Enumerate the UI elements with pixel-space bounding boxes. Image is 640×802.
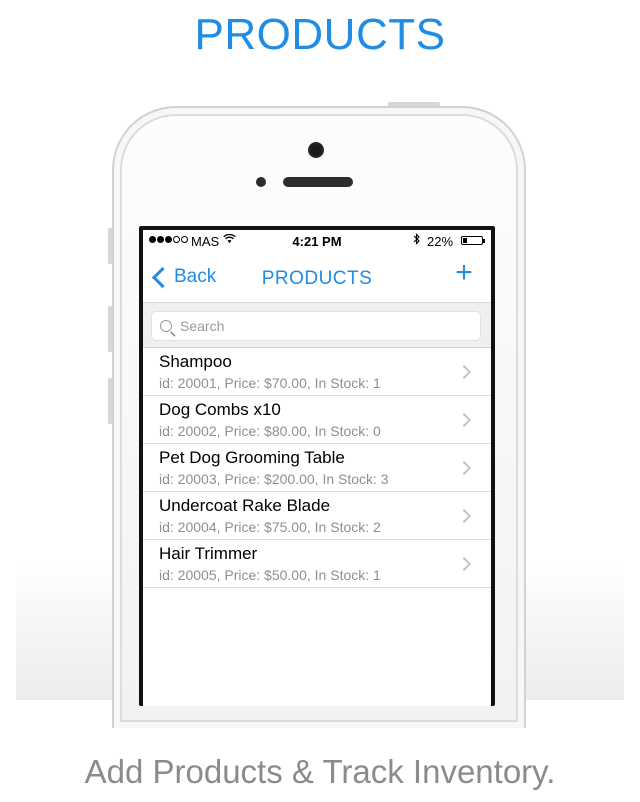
product-name: Hair Trimmer xyxy=(159,544,258,563)
product-details: id: 20002, Price: $80.00, In Stock: 0 xyxy=(159,423,381,439)
page-title: PRODUCTS xyxy=(194,10,446,59)
add-product-button[interactable]: + xyxy=(449,258,479,288)
product-details: id: 20004, Price: $75.00, In Stock: 2 xyxy=(159,519,381,535)
nav-title: PRODUCTS xyxy=(261,268,373,289)
product-details: id: 20003, Price: $200.00, In Stock: 3 xyxy=(159,471,389,487)
product-row[interactable]: Dog Combs x10 id: 20002, Price: $80.00, … xyxy=(143,396,491,444)
earpiece-speaker xyxy=(283,177,353,187)
product-row[interactable]: Hair Trimmer id: 20005, Price: $50.00, I… xyxy=(143,540,491,588)
status-bar: MAS 4:21 PM 22% xyxy=(143,230,491,252)
search-bar: Search xyxy=(143,303,491,348)
chevron-right-icon xyxy=(456,556,472,572)
product-name: Pet Dog Grooming Table xyxy=(159,448,345,467)
front-camera xyxy=(308,142,324,158)
product-name: Shampoo xyxy=(159,352,232,371)
product-name: Dog Combs x10 xyxy=(159,400,281,419)
phone-screen: MAS 4:21 PM 22% Back PRODUCTS + Search S… xyxy=(139,226,495,706)
chevron-right-icon xyxy=(456,412,472,428)
product-row[interactable]: Shampoo id: 20001, Price: $70.00, In Sto… xyxy=(143,348,491,396)
product-row[interactable]: Pet Dog Grooming Table id: 20003, Price:… xyxy=(143,444,491,492)
product-details: id: 20005, Price: $50.00, In Stock: 1 xyxy=(159,567,381,583)
navigation-bar: Back PRODUCTS + xyxy=(143,252,491,303)
search-placeholder: Search xyxy=(180,318,225,334)
proximity-sensor xyxy=(256,177,266,187)
battery-icon xyxy=(461,236,485,245)
chevron-right-icon xyxy=(456,460,472,476)
search-input[interactable]: Search xyxy=(151,311,481,341)
search-icon xyxy=(160,320,172,332)
bluetooth-icon xyxy=(413,233,421,248)
chevron-right-icon xyxy=(456,364,472,380)
app-view: MAS 4:21 PM 22% Back PRODUCTS + Search S… xyxy=(143,230,491,706)
product-list: Shampoo id: 20001, Price: $70.00, In Sto… xyxy=(143,348,491,588)
tagline: Add Products & Track Inventory. xyxy=(84,753,556,790)
battery-percentage: 22% xyxy=(427,234,454,249)
chevron-right-icon xyxy=(456,508,472,524)
battery-level xyxy=(463,238,467,243)
product-row[interactable]: Undercoat Rake Blade id: 20004, Price: $… xyxy=(143,492,491,540)
product-name: Undercoat Rake Blade xyxy=(159,496,331,515)
product-details: id: 20001, Price: $70.00, In Stock: 1 xyxy=(159,375,381,391)
